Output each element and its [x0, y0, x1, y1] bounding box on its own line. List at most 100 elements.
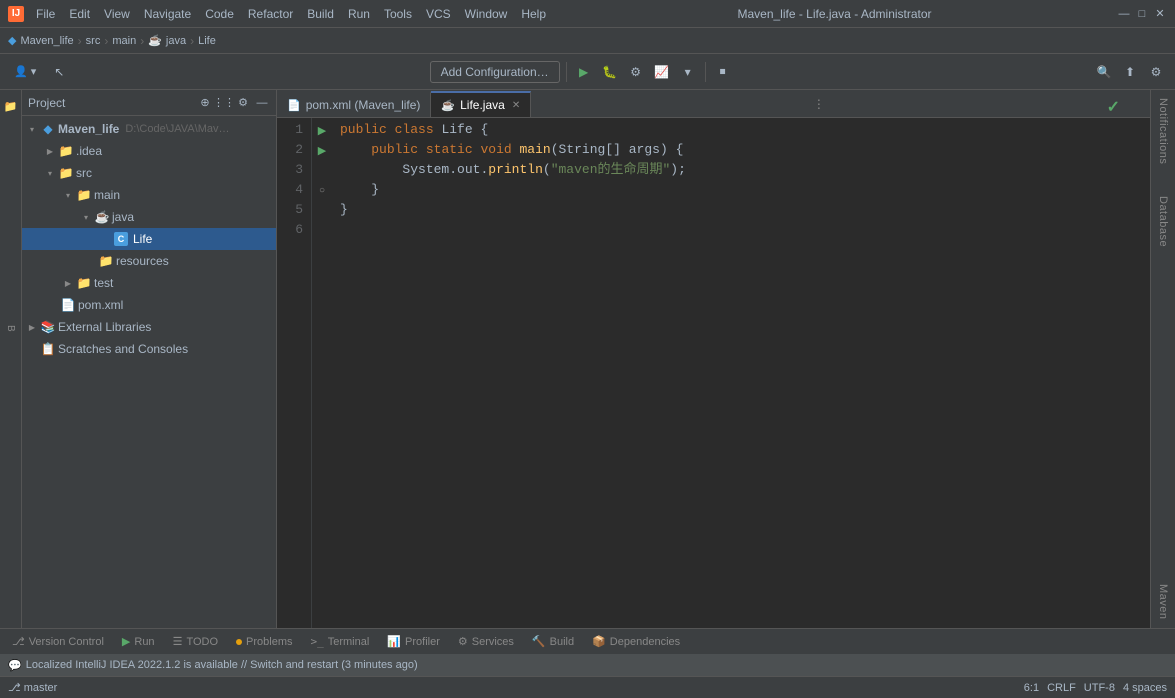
bottom-tab-services[interactable]: ⚙ Services [450, 631, 522, 653]
title-bar: IJ File Edit View Navigate Code Refactor… [0, 0, 1175, 28]
services-label: Services [472, 636, 514, 648]
indent-selector[interactable]: 4 spaces [1123, 682, 1167, 694]
main-folder-icon: 📁 [76, 187, 92, 203]
menu-view[interactable]: View [98, 5, 136, 23]
close-button[interactable]: ✕ [1153, 7, 1167, 21]
run-gutter-2[interactable]: ▶ [312, 140, 332, 160]
expand-arrow-test: ▶ [62, 277, 74, 289]
user-account-button[interactable]: 👤 ▾ [8, 62, 42, 81]
run-tab-icon: ▶ [122, 635, 130, 648]
problems-label: Problems [246, 636, 292, 648]
tree-item-ext-libs[interactable]: ▶ 📚 External Libraries [22, 316, 276, 338]
tree-item-src[interactable]: ▾ 📁 src [22, 162, 276, 184]
menu-window[interactable]: Window [459, 5, 514, 23]
editor-section: 📄 pom.xml (Maven_life) ☕ Life.java ✕ ⋮ ✓… [277, 90, 1150, 628]
cursor-position[interactable]: 6:1 [1024, 682, 1039, 694]
settings-button[interactable]: ⚙ [1145, 61, 1167, 83]
database-label[interactable]: Database [1157, 192, 1169, 251]
success-check-icon: ✓ [1107, 97, 1120, 117]
dependencies-label: Dependencies [610, 636, 680, 648]
stop-button[interactable]: ⏹ [712, 61, 734, 83]
menu-help[interactable]: Help [515, 5, 552, 23]
git-status[interactable]: ⎇ master [8, 681, 57, 694]
update-button[interactable]: ⬆ [1119, 61, 1141, 83]
tree-label-main: main [94, 188, 120, 202]
menu-tools[interactable]: Tools [378, 5, 418, 23]
bottom-tab-terminal[interactable]: >_ Terminal [302, 631, 377, 653]
panel-config-icon[interactable]: ⚙ [235, 95, 251, 111]
tree-item-pom-xml[interactable]: 📄 pom.xml [22, 294, 276, 316]
profile-button[interactable]: 📈 [651, 61, 673, 83]
tree-item-java[interactable]: ▾ ☕ java [22, 206, 276, 228]
line-ending-selector[interactable]: CRLF [1047, 682, 1076, 694]
code-line-3: System.out.println("maven的生命周期"); [340, 160, 1142, 180]
breadcrumb-life[interactable]: Life [198, 35, 216, 47]
run-button[interactable]: ▶ [573, 61, 595, 83]
breadcrumb-java[interactable]: ☕ java [148, 34, 186, 47]
menu-run[interactable]: Run [342, 5, 376, 23]
project-view-icon[interactable]: 📁 [1, 96, 21, 116]
bottom-tab-version-control[interactable]: ⎇ Version Control [4, 631, 112, 653]
git-icon: ⎇ [8, 681, 21, 694]
maximize-button[interactable]: □ [1135, 7, 1149, 21]
tree-item-test[interactable]: ▶ 📁 test [22, 272, 276, 294]
panel-settings-icon[interactable]: ⊕ [197, 95, 213, 111]
tree-label-src: src [76, 166, 92, 180]
pointer-tool-button[interactable]: ↖ [48, 61, 70, 83]
bottom-tab-build[interactable]: 🔨 Build [524, 631, 582, 653]
menu-vcs[interactable]: VCS [420, 5, 457, 23]
tree-label-scratches: Scratches and Consoles [58, 342, 188, 356]
menu-edit[interactable]: Edit [63, 5, 96, 23]
expand-arrow-idea: ▶ [44, 145, 56, 157]
life-tab-close[interactable]: ✕ [512, 100, 520, 111]
menu-code[interactable]: Code [199, 5, 240, 23]
breakpoint-gutter-4[interactable]: ○ [312, 180, 332, 200]
bookmark-icon[interactable]: B [1, 318, 21, 338]
add-configuration-button[interactable]: Add Configuration… [430, 61, 560, 83]
services-icon: ⚙ [458, 635, 468, 648]
debug-button[interactable]: 🐛 [599, 61, 621, 83]
run-gutter-1[interactable]: ▶ [312, 120, 332, 140]
tree-item-resources[interactable]: 📁 resources [22, 250, 276, 272]
tab-pom-xml[interactable]: 📄 pom.xml (Maven_life) [277, 91, 431, 117]
tab-life-java[interactable]: ☕ Life.java ✕ [431, 91, 531, 117]
notification-icon: 💬 [8, 659, 22, 672]
notifications-label[interactable]: Notifications [1157, 94, 1169, 168]
code-editor[interactable]: public class Life { public static void m… [332, 118, 1150, 628]
menu-refactor[interactable]: Refactor [242, 5, 299, 23]
maven-label[interactable]: Maven [1157, 580, 1169, 624]
tree-item-life[interactable]: C Life [22, 228, 276, 250]
encoding-text: UTF-8 [1084, 682, 1115, 694]
bottom-tab-run[interactable]: ▶ Run [114, 631, 163, 653]
panel-sort-icon[interactable]: ⋮⋮ [216, 95, 232, 111]
minimize-button[interactable]: — [1117, 7, 1131, 21]
terminal-label: Terminal [328, 636, 370, 648]
encoding-selector[interactable]: UTF-8 [1084, 682, 1115, 694]
window-controls: — □ ✕ [1117, 7, 1167, 21]
tabs-more-button[interactable]: ⋮ [805, 91, 833, 117]
tree-item-idea[interactable]: ▶ 📁 .idea [22, 140, 276, 162]
run-tab-label: Run [134, 636, 154, 648]
tree-item-main[interactable]: ▾ 📁 main [22, 184, 276, 206]
dropdown-run-button[interactable]: ▾ [677, 61, 699, 83]
breadcrumb-app[interactable]: ◆ Maven_life [8, 34, 74, 47]
tree-label-life: Life [133, 232, 152, 246]
breadcrumb-src[interactable]: src [86, 35, 101, 47]
search-everywhere-button[interactable]: 🔍 [1093, 61, 1115, 83]
bottom-tab-problems[interactable]: Problems [228, 631, 300, 653]
menu-build[interactable]: Build [301, 5, 340, 23]
bottom-tab-profiler[interactable]: 📊 Profiler [379, 631, 448, 653]
tree-item-scratches[interactable]: 📋 Scratches and Consoles [22, 338, 276, 360]
menu-file[interactable]: File [30, 5, 61, 23]
run-with-coverage-button[interactable]: ⚙ [625, 61, 647, 83]
panel-close-icon[interactable]: — [254, 95, 270, 111]
breadcrumb-main[interactable]: main [112, 35, 136, 47]
menu-navigate[interactable]: Navigate [138, 5, 197, 23]
bottom-tab-dependencies[interactable]: 📦 Dependencies [584, 631, 688, 653]
bottom-tab-todo[interactable]: ☰ TODO [165, 631, 226, 653]
tree-item-maven-life[interactable]: ▾ ◆ Maven_life D:\Code\JAVA\Mav… [22, 118, 276, 140]
toolbar-center: Add Configuration… ▶ 🐛 ⚙ 📈 ▾ ⏹ [430, 61, 734, 83]
tree-label-resources: resources [116, 254, 169, 268]
code-line-4: } [340, 180, 1142, 200]
git-branch: master [24, 682, 58, 694]
